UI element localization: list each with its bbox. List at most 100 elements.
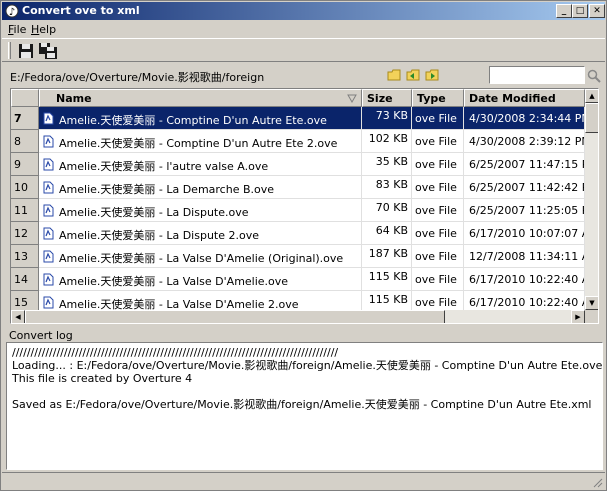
- folder-back-icon[interactable]: [406, 68, 420, 81]
- path-bar: E:/Fedora/ove/Overture/Movie.影视歌曲/foreig…: [2, 63, 605, 87]
- save-icon[interactable]: [16, 42, 36, 60]
- close-button[interactable]: ✕: [589, 4, 605, 18]
- file-name-cell[interactable]: Amelie.天使爱美丽 - La Demarche B.ove: [39, 176, 362, 199]
- arrow-left-icon: ◀: [15, 313, 21, 321]
- menu-help-rest: elp: [39, 23, 57, 36]
- horizontal-scrollbar[interactable]: ◀ ▶: [11, 310, 585, 323]
- file-name-cell[interactable]: Amelie.天使爱美丽 - La Valse D'Amelie.ove: [39, 268, 362, 291]
- row-number[interactable]: 7: [11, 107, 39, 130]
- table-row[interactable]: 12 Amelie.天使爱美丽 - La Dispute 2.ove 64 KB ov…: [11, 222, 585, 245]
- file-type: ove File: [412, 245, 464, 268]
- arrow-up-icon: ▲: [589, 92, 595, 100]
- file-name: Amelie.天使爱美丽 - La Valse D'Amelie (Origin…: [59, 252, 344, 265]
- file-name: Amelie.天使爱美丽 - l'autre valse A.ove: [59, 160, 269, 173]
- scroll-up-button[interactable]: ▲: [585, 89, 598, 103]
- column-header-type[interactable]: Type: [412, 89, 464, 107]
- file-name-cell[interactable]: Amelie.天使爱美丽 - La Dispute.ove: [39, 199, 362, 222]
- row-number[interactable]: 8: [11, 130, 39, 153]
- column-header-name-label: Name: [56, 92, 92, 105]
- maximize-button[interactable]: □: [572, 4, 588, 18]
- title-bar[interactable]: ♪ Convert ove to xml _ □ ✕: [2, 2, 605, 20]
- table-row[interactable]: 13 Amelie.天使爱美丽 - La Valse D'Amelie (Orig…: [11, 245, 585, 268]
- table-row[interactable]: 11 Amelie.天使爱美丽 - La Dispute.ove 70 KB ove …: [11, 199, 585, 222]
- file-date-modified: 12/7/2008 11:34:11 AM: [464, 245, 585, 268]
- sort-descending-icon: [347, 94, 357, 103]
- table-header: Name Size Type Date Modified: [11, 89, 585, 107]
- column-header-size[interactable]: Size: [362, 89, 412, 107]
- file-date-modified: 4/30/2008 2:39:12 PM: [464, 130, 585, 153]
- ove-file-icon: [43, 181, 54, 194]
- table-row[interactable]: 14 Amelie.天使爱美丽 - La Valse D'Amelie.ove 11…: [11, 268, 585, 291]
- arrow-down-icon: ▼: [589, 299, 595, 307]
- table-row[interactable]: 9 Amelie.天使爱美丽 - l'autre valse A.ove 35 KB…: [11, 153, 585, 176]
- file-type: ove File: [412, 176, 464, 199]
- column-header-date[interactable]: Date Modified: [464, 89, 585, 107]
- table-row[interactable]: 10 Amelie.天使爱美丽 - La Demarche B.ove 83 KB o…: [11, 176, 585, 199]
- column-header-size-label: Size: [367, 92, 393, 105]
- menu-file-rest: ile: [13, 23, 27, 36]
- row-number[interactable]: 11: [11, 199, 39, 222]
- file-name-cell[interactable]: Amelie.天使爱美丽 - l'autre valse A.ove: [39, 153, 362, 176]
- menu-file[interactable]: File: [8, 23, 26, 36]
- search-input[interactable]: [489, 66, 585, 84]
- toolbar: [2, 38, 605, 62]
- horizontal-scroll-thumb[interactable]: [25, 310, 445, 323]
- search-icon[interactable]: [587, 69, 601, 83]
- file-name: Amelie.天使爱美丽 - La Dispute 2.ove: [59, 229, 260, 242]
- minimize-button[interactable]: _: [556, 4, 572, 18]
- vertical-scrollbar[interactable]: ▲ ▼: [585, 89, 598, 310]
- file-date-modified: 6/25/2007 11:42:42 PM: [464, 176, 585, 199]
- scroll-left-button[interactable]: ◀: [11, 310, 25, 323]
- log-line: Saved as E:/Fedora/ove/Overture/Movie.影视…: [12, 398, 592, 411]
- scroll-down-button[interactable]: ▼: [585, 296, 598, 310]
- file-type: ove File: [412, 107, 464, 130]
- file-size: 187 KB: [362, 245, 412, 268]
- table-row[interactable]: 7 Amelie.天使爱美丽 - Comptine D'un Autre Ete.…: [11, 107, 585, 130]
- ove-file-icon: [43, 112, 54, 125]
- table-row[interactable]: 8 Amelie.天使爱美丽 - Comptine D'un Autre Ete …: [11, 130, 585, 153]
- save-all-icon[interactable]: [38, 42, 58, 60]
- svg-text:♪: ♪: [9, 7, 15, 18]
- ove-file-icon: [43, 227, 54, 240]
- ove-file-icon: [43, 135, 54, 148]
- file-name-cell[interactable]: Amelie.天使爱美丽 - La Valse D'Amelie (Origin…: [39, 245, 362, 268]
- ove-file-icon: [43, 204, 54, 217]
- minimize-icon: _: [561, 6, 567, 16]
- row-number[interactable]: 14: [11, 268, 39, 291]
- column-header-date-label: Date Modified: [469, 92, 556, 105]
- column-header-rownum[interactable]: [11, 89, 39, 107]
- vertical-scroll-thumb[interactable]: [585, 103, 598, 133]
- file-size: 35 KB: [362, 153, 412, 176]
- row-number[interactable]: 12: [11, 222, 39, 245]
- menu-help[interactable]: Help: [31, 23, 56, 36]
- maximize-icon: □: [575, 6, 585, 16]
- file-name: Amelie.天使爱美丽 - Comptine D'un Autre Ete 2…: [59, 137, 338, 150]
- file-name-cell[interactable]: Amelie.天使爱美丽 - La Dispute 2.ove: [39, 222, 362, 245]
- folder-forward-icon[interactable]: [425, 68, 439, 81]
- toolbar-grip[interactable]: [8, 42, 11, 59]
- file-size: 64 KB: [362, 222, 412, 245]
- resize-grip-icon[interactable]: [591, 476, 603, 488]
- file-size: 83 KB: [362, 176, 412, 199]
- ove-file-icon: [43, 273, 54, 286]
- current-path: E:/Fedora/ove/Overture/Movie.影视歌曲/foreig…: [10, 71, 265, 84]
- row-number[interactable]: 13: [11, 245, 39, 268]
- row-number[interactable]: 9: [11, 153, 39, 176]
- file-date-modified: 6/17/2010 10:22:40 AM: [464, 268, 585, 291]
- file-date-modified: 4/30/2008 2:34:44 PM: [464, 107, 585, 130]
- file-table: Name Size Type Date Modified 7 Amelie.天使爱…: [10, 88, 599, 324]
- scroll-right-button[interactable]: ▶: [571, 310, 585, 323]
- scrollbar-corner: [585, 310, 598, 323]
- status-bar: [2, 472, 605, 490]
- folder-up-icon[interactable]: [387, 68, 401, 81]
- column-header-name[interactable]: Name: [39, 89, 362, 107]
- file-name-cell[interactable]: Amelie.天使爱美丽 - Comptine D'un Autre Ete 2…: [39, 130, 362, 153]
- row-number[interactable]: 10: [11, 176, 39, 199]
- file-type: ove File: [412, 222, 464, 245]
- convert-log[interactable]: ////////////////////////////////////////…: [6, 342, 603, 470]
- file-name-cell[interactable]: Amelie.天使爱美丽 - Comptine D'un Autre Ete.o…: [39, 107, 362, 130]
- file-size: 70 KB: [362, 199, 412, 222]
- log-line: Loading... : E:/Fedora/ove/Overture/Movi…: [12, 359, 603, 372]
- file-type: ove File: [412, 199, 464, 222]
- file-name: Amelie.天使爱美丽 - La Dispute.ove: [59, 206, 249, 219]
